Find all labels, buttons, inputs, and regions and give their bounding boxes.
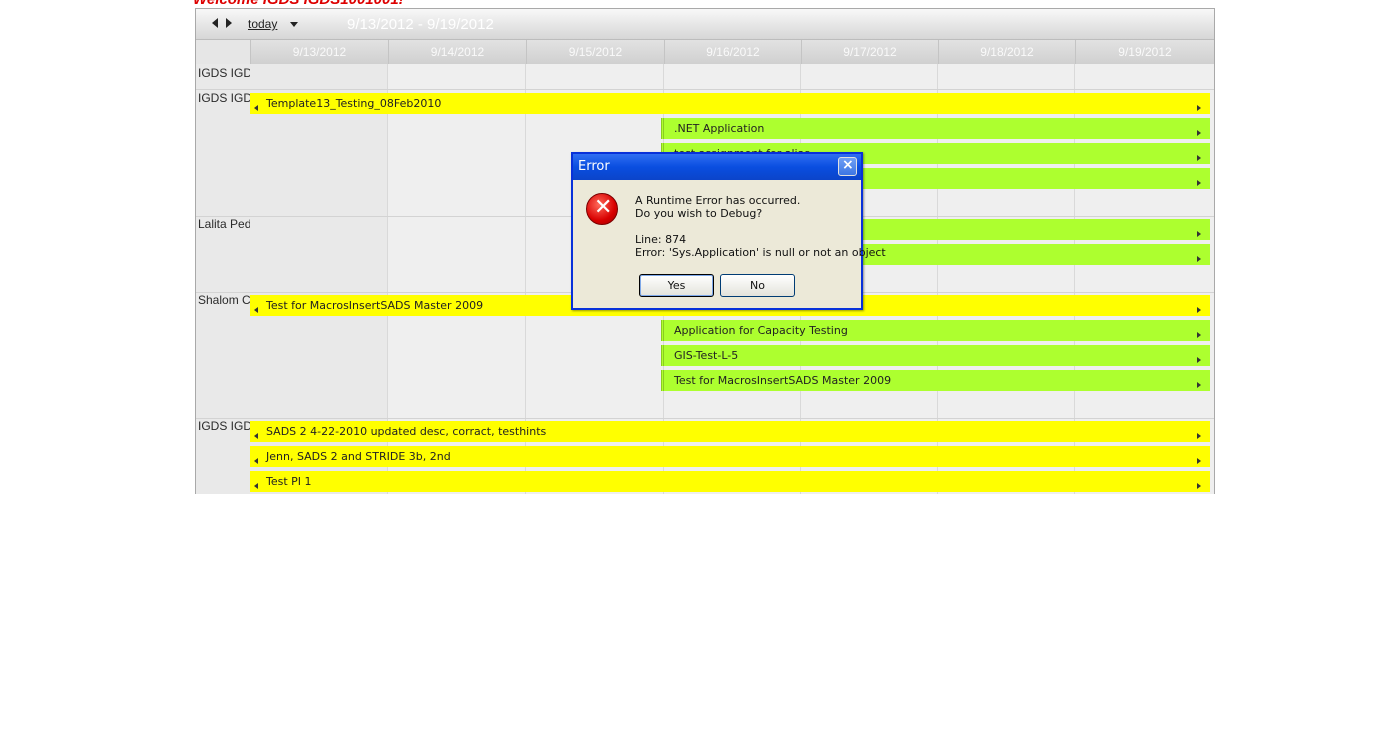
continues-left-icon (254, 458, 258, 464)
error-dialog: Error × ✕ A Runtime Error has occurred. … (571, 152, 886, 310)
event-bar[interactable]: Test for MacrosInsertSADS Master 2009 (661, 370, 1210, 391)
view-dropdown-icon[interactable] (290, 22, 298, 27)
resource-label: IGDS IGDS (198, 419, 250, 433)
continues-right-icon (1197, 332, 1201, 338)
event-title: Test PI 1 (266, 475, 312, 488)
event-bar[interactable]: .NET Application (661, 118, 1210, 139)
continues-right-icon (1197, 105, 1201, 111)
error-icon: ✕ (586, 193, 618, 225)
continues-right-icon (1197, 307, 1201, 313)
scheduler-toolbar: today 9/13/2012 - 9/19/2012 (196, 9, 1214, 40)
event-bar[interactable]: Application for Capacity Testing (661, 320, 1210, 341)
resource-label: Lalita Pedda (198, 217, 250, 231)
yes-button[interactable]: Yes (639, 274, 714, 297)
continues-right-icon (1197, 130, 1201, 136)
previous-week-icon[interactable] (212, 18, 218, 28)
dialog-message-line: A Runtime Error has occurred. (635, 194, 801, 207)
no-button[interactable]: No (720, 274, 795, 297)
day-header[interactable]: 9/15/2012 (526, 40, 664, 64)
event-title: .NET Application (674, 122, 765, 135)
row-divider (196, 418, 1214, 419)
continues-right-icon (1197, 483, 1201, 489)
event-title: Jenn, SADS 2 and STRIDE 3b, 2nd (266, 450, 451, 463)
event-title: GIS-Test-L-5 (674, 349, 739, 362)
continues-left-icon (254, 433, 258, 439)
dialog-message-line: Do you wish to Debug? (635, 207, 763, 220)
dialog-title: Error (578, 159, 610, 174)
day-header[interactable]: 9/16/2012 (664, 40, 801, 64)
dialog-error-line: Line: 874 (635, 233, 687, 246)
day-header[interactable]: 9/19/2012 (1075, 40, 1214, 64)
continues-right-icon (1197, 256, 1201, 262)
close-icon[interactable]: × (838, 157, 857, 176)
welcome-text: Welcome IGDS IGDS1001001! (193, 0, 404, 8)
header-corner (196, 40, 250, 64)
continues-right-icon (1197, 357, 1201, 363)
continues-right-icon (1197, 458, 1201, 464)
resource-label: IGDS IGDS (198, 66, 250, 80)
event-bar[interactable]: Jenn, SADS 2 and STRIDE 3b, 2nd (250, 446, 1210, 467)
next-week-icon[interactable] (226, 18, 232, 28)
continues-left-icon (254, 105, 258, 111)
event-bar[interactable]: GIS-Test-L-5 (661, 345, 1210, 366)
today-link[interactable]: today (248, 17, 277, 31)
dialog-error-detail: Error: 'Sys.Application' is null or not … (635, 246, 886, 259)
event-title: Test for MacrosInsertSADS Master 2009 (266, 299, 484, 312)
continues-right-icon (1197, 180, 1201, 186)
resource-label: Shalom C (198, 293, 250, 307)
date-range-label: 9/13/2012 - 9/19/2012 (347, 16, 494, 33)
event-title: SADS 2 4-22-2010 updated desc, corract, … (266, 425, 547, 438)
event-bar[interactable]: Template13_Testing_08Feb2010 (250, 93, 1210, 114)
event-title: Template13_Testing_08Feb2010 (266, 97, 442, 110)
dialog-title-bar[interactable]: Error × (573, 154, 861, 180)
event-title: Test for MacrosInsertSADS Master 2009 (674, 374, 892, 387)
continues-right-icon (1197, 382, 1201, 388)
event-bar[interactable]: Test PI 1 (250, 471, 1210, 492)
resource-label: IGDS IGDS (198, 91, 250, 105)
event-bar[interactable]: SADS 2 4-22-2010 updated desc, corract, … (250, 421, 1210, 442)
event-title: Application for Capacity Testing (674, 324, 848, 337)
continues-left-icon (254, 307, 258, 313)
continues-left-icon (254, 483, 258, 489)
day-header[interactable]: 9/13/2012 (250, 40, 388, 64)
day-header[interactable]: 9/14/2012 (388, 40, 526, 64)
row-divider (196, 89, 1214, 90)
continues-right-icon (1197, 155, 1201, 161)
continues-right-icon (1197, 433, 1201, 439)
day-header[interactable]: 9/18/2012 (938, 40, 1075, 64)
continues-right-icon (1197, 231, 1201, 237)
day-header[interactable]: 9/17/2012 (801, 40, 938, 64)
